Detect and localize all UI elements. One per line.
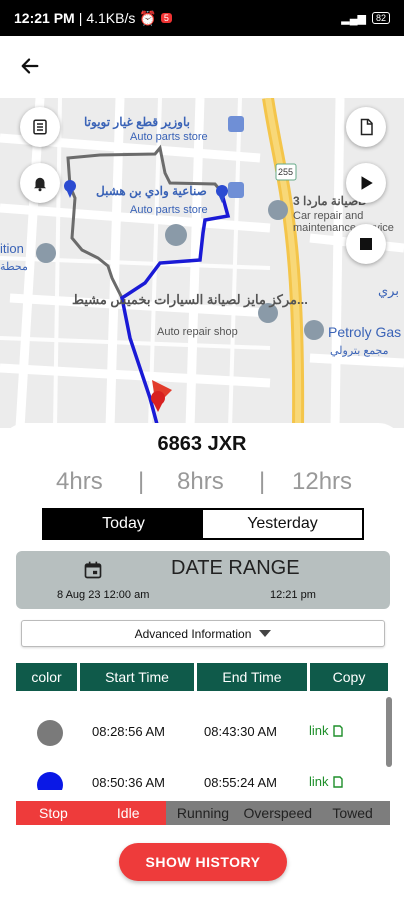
date-range-title: DATE RANGE [171,557,300,579]
copy-icon [332,724,343,737]
day-toggle: Today Yesterday [42,508,364,540]
date-range-end: 12:21 pm [270,589,316,601]
signal-icon: ▂▄▆ [341,12,366,25]
vehicle-plate: 6863 JXR [157,433,247,455]
status-bar: 12:21 PM | 4.1KB/s ⏰ 5 ▂▄▆ 82 [0,0,404,36]
app-bar [0,36,404,98]
network-speed: 4.1KB/s [86,10,136,26]
hour-separator-1: | [138,468,145,495]
col-header-start-time: Start Time [80,663,194,691]
document-icon [360,118,373,136]
status-legend: Stop Idle Running Overspeed Towed [16,801,390,825]
row-copy-link-text: link [309,723,329,738]
table-row[interactable]: 08:50:36 AM 08:55:24 AM link [16,758,388,790]
advanced-info-label: Advanced Information [134,626,252,641]
place-name-6: ition [0,241,24,256]
status-time: 12:21 PM [14,10,75,26]
play-button[interactable] [346,163,386,203]
row-color-dot [37,720,63,746]
status-separator: | [78,10,83,26]
legend-overspeed: Overspeed [240,801,316,825]
caret-down-icon [259,629,272,637]
hour-option-12[interactable]: 12hrs [292,468,352,496]
col-header-copy: Copy [310,663,388,691]
row-copy-link-text: link [309,774,329,789]
place-category-6: محطة [0,261,28,273]
alarm-icon: ⏰ [139,9,157,26]
alerts-button[interactable] [20,163,60,203]
place-name-2: صناعية وادي بن هشبل [96,184,207,198]
place-category-3: Auto repair shop [157,326,238,338]
calendar-icon [84,561,102,579]
legend-idle: Idle [90,801,166,825]
play-icon [361,176,373,190]
table-scrollbar[interactable] [386,697,392,767]
notification-badge: 5 [160,13,172,23]
copy-icon [332,775,343,788]
legend-towed: Towed [315,801,390,825]
place-name-3: مركز مايز لصيانة السيارات بخميس مشيط... [72,292,308,307]
row-copy-link[interactable]: link [309,774,343,789]
place-category-1: Auto parts store [130,131,208,143]
back-button[interactable] [14,50,46,82]
table-row[interactable]: 08:28:56 AM 08:43:30 AM link [16,706,388,758]
map-canvas [0,98,404,428]
stop-icon [360,238,372,250]
legend-running: Running [165,801,241,825]
place-name-7: بري [378,283,399,298]
battery-icon: 82 [371,12,390,24]
row-start-time: 08:50:36 AM [92,775,165,790]
arrow-left-icon [21,58,39,74]
today-tab[interactable]: Today [44,510,203,538]
place-category-5: مجمع بترولي [330,345,389,357]
road-shield: 255 [278,167,294,177]
hour-option-4[interactable]: 4hrs [56,468,103,496]
bell-icon [34,177,46,192]
stop-button[interactable] [346,224,386,264]
show-history-button[interactable]: SHOW HISTORY [119,843,287,881]
legend-stop: Stop [16,801,91,825]
yesterday-tab[interactable]: Yesterday [203,510,362,538]
place-category-4: Car repair and maintenance service [293,210,394,234]
place-name-5: Petroly Gas [328,324,402,340]
hour-option-8[interactable]: 8hrs [177,468,224,496]
row-copy-link[interactable]: link [309,723,343,738]
row-color-dot [37,772,63,790]
row-end-time: 08:43:30 AM [204,724,277,739]
hour-separator-2: | [259,468,266,495]
map-view[interactable]: باوزير قطع غيار تويوتا Auto parts store … [0,98,404,428]
advanced-info-dropdown[interactable]: Advanced Information [21,620,385,647]
row-end-time: 08:55:24 AM [204,775,277,790]
clipboard-icon [33,119,47,135]
col-header-end-time: End Time [197,663,307,691]
report-button[interactable] [20,107,60,147]
place-name-1: باوزير قطع غيار تويوتا [84,115,190,129]
date-range-button[interactable]: DATE RANGE 8 Aug 23 12:00 am 12:21 pm [16,551,390,609]
document-button[interactable] [346,107,386,147]
row-start-time: 08:28:56 AM [92,724,165,739]
place-category-2: Auto parts store [130,204,208,216]
col-header-color: color [16,663,77,691]
hour-options: 4hrs | 8hrs | 12hrs [0,468,404,500]
date-range-start: 8 Aug 23 12:00 am [57,589,150,601]
